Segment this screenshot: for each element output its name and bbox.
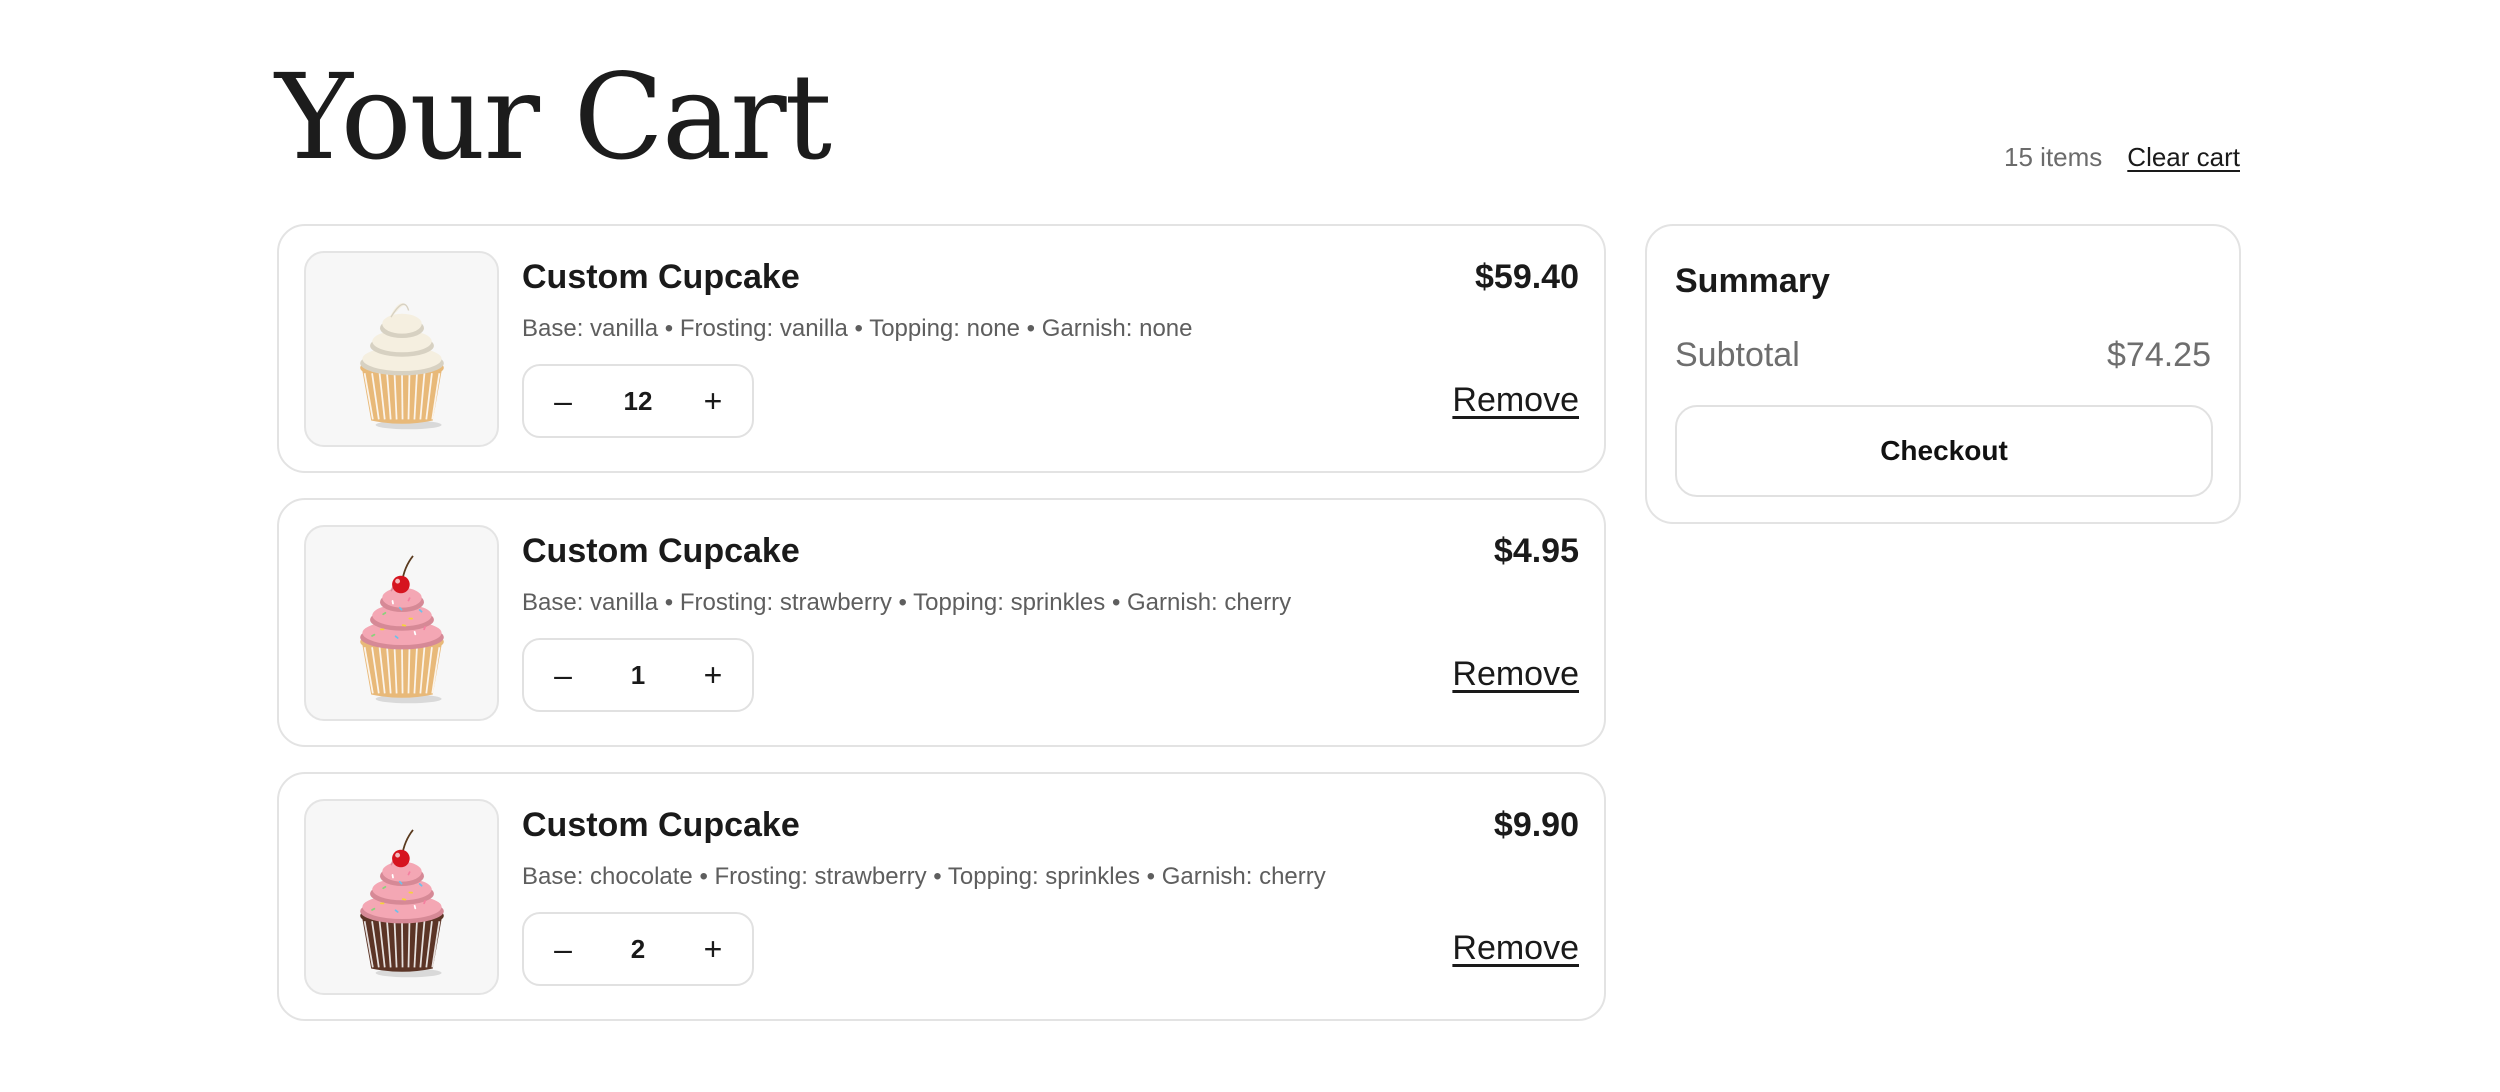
- quantity-value: 2: [630, 933, 646, 964]
- cupcake-vanilla-icon: [359, 303, 444, 430]
- item-count: 15 items: [2004, 142, 2103, 172]
- increment-button[interactable]: +: [696, 385, 730, 417]
- subtotal-label: Subtotal: [1675, 336, 1800, 374]
- product-price: $4.95: [1493, 532, 1579, 570]
- increment-button[interactable]: +: [696, 659, 730, 691]
- product-name: Custom Cupcake: [522, 806, 800, 844]
- page-title: Your Cart: [275, 48, 832, 186]
- product-options: Base: chocolate • Frosting: strawberry •…: [522, 863, 1326, 890]
- remove-button[interactable]: Remove: [1452, 655, 1579, 694]
- product-image: [304, 251, 499, 447]
- cupcake-chocolate-cherry-icon: [359, 829, 444, 978]
- clear-cart-link[interactable]: Clear cart: [2127, 142, 2240, 173]
- quantity-value: 1: [630, 659, 646, 690]
- product-price: $9.90: [1493, 806, 1579, 844]
- subtotal-value: $74.25: [2107, 336, 2211, 374]
- summary-title: Summary: [1675, 262, 1830, 300]
- checkout-button[interactable]: Checkout: [1675, 405, 2213, 497]
- cart-item: Custom Cupcake $59.40 Base: vanilla • Fr…: [277, 224, 1606, 473]
- remove-button[interactable]: Remove: [1452, 381, 1579, 420]
- quantity-value: 12: [623, 385, 653, 416]
- cart-header-meta: 15 items Clear cart: [2004, 142, 2240, 173]
- product-image: [304, 525, 499, 721]
- cart-item: Custom Cupcake $4.95 Base: vanilla • Fro…: [277, 498, 1606, 747]
- subtotal-row: Subtotal $74.25: [1675, 336, 2211, 375]
- cart-item: Custom Cupcake $9.90 Base: chocolate • F…: [277, 772, 1606, 1021]
- product-options: Base: vanilla • Frosting: strawberry • T…: [522, 589, 1292, 616]
- remove-button[interactable]: Remove: [1452, 929, 1579, 968]
- quantity-stepper: – 2 +: [522, 912, 754, 986]
- cart-item-list: Custom Cupcake $59.40 Base: vanilla • Fr…: [277, 224, 1606, 1046]
- order-summary-card: Summary Subtotal $74.25 Checkout: [1645, 224, 2241, 524]
- quantity-stepper: – 12 +: [522, 364, 754, 438]
- quantity-stepper: – 1 +: [522, 638, 754, 712]
- decrement-button[interactable]: –: [546, 385, 580, 417]
- decrement-button[interactable]: –: [546, 659, 580, 691]
- product-image: [304, 799, 499, 995]
- product-name: Custom Cupcake: [522, 258, 800, 296]
- decrement-button[interactable]: –: [546, 933, 580, 965]
- cupcake-strawberry-cherry-icon: [359, 555, 444, 704]
- product-name: Custom Cupcake: [522, 532, 800, 570]
- product-price: $59.40: [1475, 258, 1579, 296]
- product-options: Base: vanilla • Frosting: vanilla • Topp…: [522, 315, 1193, 342]
- increment-button[interactable]: +: [696, 933, 730, 965]
